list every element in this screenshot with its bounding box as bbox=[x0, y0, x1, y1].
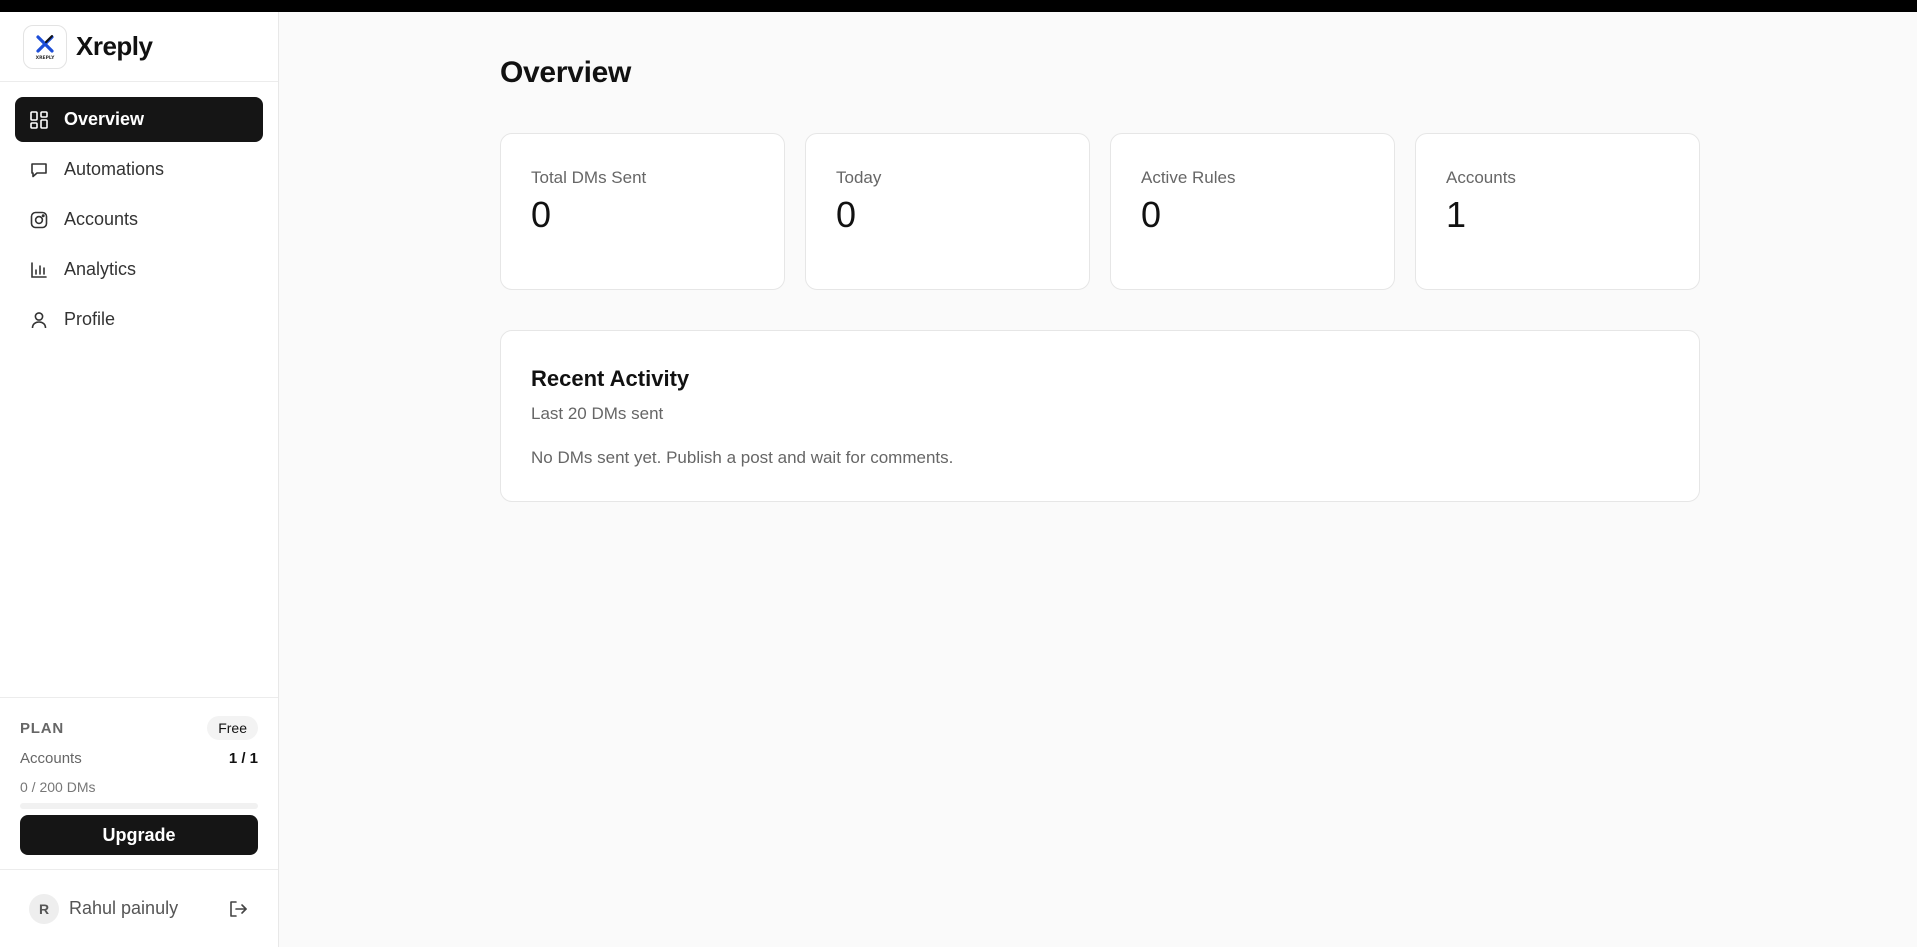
sidebar: XREPLY Xreply Overview Automations Accou… bbox=[0, 12, 279, 947]
stat-label: Accounts bbox=[1446, 168, 1516, 187]
activity-empty-state: No DMs sent yet. Publish a post and wait… bbox=[531, 448, 954, 467]
message-icon bbox=[29, 160, 49, 180]
stat-value: 0 bbox=[836, 194, 857, 235]
stat-card-accounts: Accounts 1 bbox=[1415, 133, 1700, 290]
logout-icon[interactable] bbox=[226, 897, 250, 921]
plan-title: PLAN bbox=[20, 719, 65, 737]
plan-accounts-value: 1 / 1 bbox=[228, 750, 258, 767]
sidebar-item-label: Accounts bbox=[64, 209, 139, 229]
avatar[interactable]: R bbox=[29, 893, 59, 924]
bar-chart-icon bbox=[29, 260, 49, 280]
window-top-bar bbox=[0, 0, 1917, 12]
stat-card-today: Today 0 bbox=[805, 133, 1090, 290]
activity-title: Recent Activity bbox=[531, 366, 690, 391]
sidebar-item-accounts[interactable]: Accounts bbox=[15, 197, 263, 242]
logo-text: XREPLY bbox=[36, 55, 55, 61]
recent-activity-card: Recent Activity Last 20 DMs sent No DMs … bbox=[500, 330, 1700, 502]
stat-value: 0 bbox=[531, 194, 552, 235]
user-icon bbox=[29, 310, 49, 330]
sidebar-nav: Overview Automations Accounts Analytics … bbox=[0, 82, 278, 347]
upgrade-button[interactable]: Upgrade bbox=[20, 815, 258, 855]
user-name: Rahul painuly bbox=[69, 898, 179, 918]
activity-subtitle: Last 20 DMs sent bbox=[531, 404, 664, 423]
sidebar-item-overview[interactable]: Overview bbox=[15, 97, 263, 142]
stat-label: Active Rules bbox=[1141, 168, 1236, 187]
dashboard-icon bbox=[29, 110, 49, 130]
plan-accounts-label: Accounts bbox=[20, 750, 82, 767]
sidebar-item-label: Profile bbox=[64, 309, 116, 329]
brand[interactable]: XREPLY Xreply bbox=[0, 12, 278, 82]
plan-dms-label: 0 / 200 DMs bbox=[20, 779, 96, 795]
sidebar-item-label: Overview bbox=[64, 109, 145, 129]
plan-panel: PLAN Free Accounts 1 / 1 0 / 200 DMs Upg… bbox=[0, 697, 278, 869]
instagram-icon bbox=[29, 210, 49, 230]
stat-card-active-rules: Active Rules 0 bbox=[1110, 133, 1395, 290]
stat-label: Total DMs Sent bbox=[531, 168, 647, 187]
app-name: Xreply bbox=[76, 31, 153, 61]
dms-progress-bar bbox=[20, 803, 258, 809]
xreply-logo-icon: XREPLY bbox=[36, 34, 55, 61]
stat-card-total-dms: Total DMs Sent 0 bbox=[500, 133, 785, 290]
stat-value: 0 bbox=[1141, 194, 1162, 235]
plan-badge: Free bbox=[207, 716, 258, 740]
sidebar-item-automations[interactable]: Automations bbox=[15, 147, 263, 192]
stat-label: Today bbox=[836, 168, 882, 187]
user-footer: R Rahul painuly bbox=[0, 869, 278, 947]
sidebar-item-label: Analytics bbox=[64, 259, 137, 279]
page-title: Overview bbox=[500, 56, 632, 89]
app-logo: XREPLY bbox=[23, 24, 67, 69]
sidebar-item-analytics[interactable]: Analytics bbox=[15, 247, 263, 292]
stat-value: 1 bbox=[1446, 194, 1467, 235]
sidebar-item-profile[interactable]: Profile bbox=[15, 297, 263, 342]
sidebar-item-label: Automations bbox=[64, 159, 165, 179]
